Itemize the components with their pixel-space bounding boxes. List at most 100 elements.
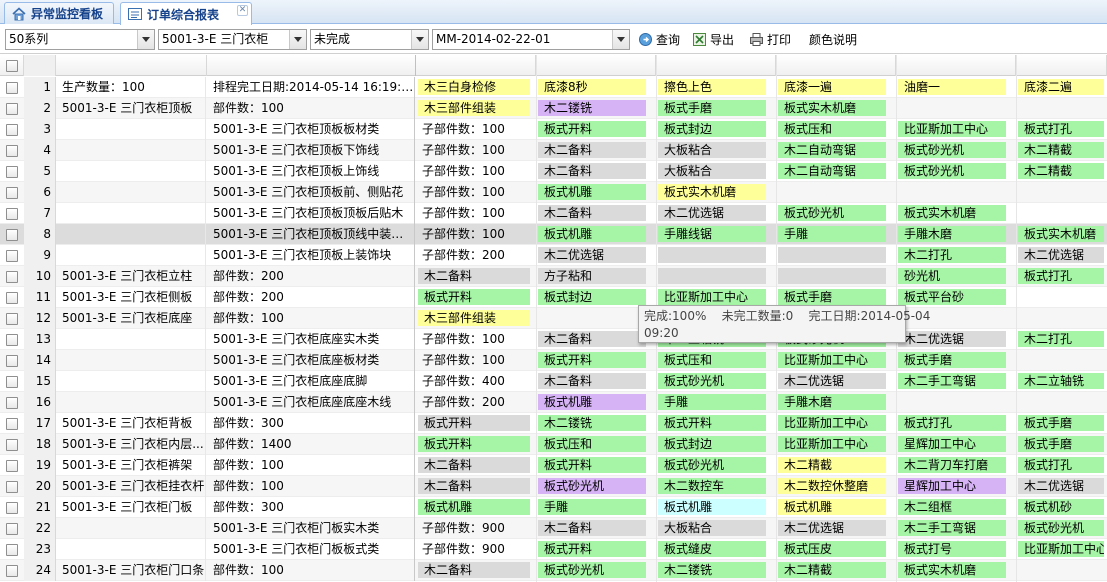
row-checkbox[interactable] xyxy=(6,229,18,241)
table-row[interactable]: 15 5001-3-E 三门衣柜底座底脚 子部件数：400 木二备料 板式砂光机 木二优选… xyxy=(0,371,1107,392)
process-step-cell[interactable]: 木二备料 xyxy=(538,163,646,179)
process-step-cell[interactable]: 手雕 xyxy=(778,226,886,242)
process-step-cell[interactable]: 板式砂光机 xyxy=(1018,520,1104,536)
row-checkbox[interactable] xyxy=(6,502,18,514)
row-checkbox[interactable] xyxy=(6,124,18,136)
row-checkbox[interactable] xyxy=(6,418,18,430)
process-step-cell[interactable]: 大板粘合 xyxy=(658,520,766,536)
process-step-cell[interactable]: 板式手磨 xyxy=(898,352,1006,368)
process-step-cell[interactable]: 木三白身检修 xyxy=(418,79,530,95)
table-row[interactable]: 21 5001-3-E 三门衣柜门板 部件数：300 板式机雕 手雕 板式机雕 板式机雕 木二… xyxy=(0,497,1107,518)
process-step-cell[interactable]: 板式打号 xyxy=(898,541,1006,557)
process-step-cell[interactable]: 比亚斯加工中心 xyxy=(778,415,886,431)
tab-order-report[interactable]: 订单综合报表 ✕ xyxy=(120,2,252,25)
row-checkbox[interactable] xyxy=(6,376,18,388)
process-step-cell[interactable]: 板式机雕 xyxy=(418,499,530,515)
process-step-cell[interactable]: 板式打孔 xyxy=(1018,268,1104,284)
table-row[interactable]: 9 5001-3-E 三门衣柜顶板上装饰块 子部件数：200 木二优选锯 木二打孔 木二优… xyxy=(0,245,1107,266)
process-step-cell[interactable]: 木二镂铣 xyxy=(658,562,766,578)
process-step-cell[interactable]: 板式开料 xyxy=(418,415,530,431)
process-step-cell[interactable]: 木二镂铣 xyxy=(538,100,646,116)
process-step-cell[interactable]: 木二精截 xyxy=(1018,163,1104,179)
process-step-cell[interactable]: 木二镂铣 xyxy=(538,415,646,431)
process-step-cell[interactable]: 木三部件组装 xyxy=(418,310,530,326)
process-step-cell[interactable]: 板式开料 xyxy=(658,415,766,431)
process-step-cell[interactable]: 比亚斯加工中心 xyxy=(1018,541,1104,557)
process-step-cell[interactable] xyxy=(658,268,766,284)
table-row[interactable]: 6 5001-3-E 三门衣柜顶板前、侧贴花 子部件数：100 板式机雕 板式实木机磨 xyxy=(0,182,1107,203)
row-checkbox[interactable] xyxy=(6,292,18,304)
process-step-cell[interactable]: 板式砂光机 xyxy=(658,457,766,473)
process-step-cell[interactable]: 木二优选锯 xyxy=(1018,478,1104,494)
process-step-cell[interactable]: 方子粘和 xyxy=(538,268,646,284)
process-step-cell[interactable]: 木二优选锯 xyxy=(658,205,766,221)
process-step-cell[interactable]: 板式机雕 xyxy=(658,499,766,515)
row-checkbox[interactable] xyxy=(6,481,18,493)
process-step-cell[interactable]: 板式缝皮 xyxy=(658,541,766,557)
process-step-cell[interactable]: 板式开料 xyxy=(538,541,646,557)
chevron-down-icon[interactable] xyxy=(612,30,629,49)
process-step-cell[interactable]: 木二手工弯锯 xyxy=(898,373,1006,389)
tab-exception-dashboard[interactable]: 异常监控看板 xyxy=(4,2,114,24)
table-row[interactable]: 18 5001-3-E 三门衣柜内层... 部件数：1400 板式开料 板式压和 板式封边… xyxy=(0,434,1107,455)
row-checkbox[interactable] xyxy=(6,103,18,115)
print-button[interactable]: 打印 xyxy=(749,30,791,49)
row-checkbox[interactable] xyxy=(6,271,18,283)
process-step-cell[interactable]: 木二备料 xyxy=(418,562,530,578)
process-step-cell[interactable]: 木二备料 xyxy=(538,205,646,221)
process-step-cell[interactable]: 木二立轴铣 xyxy=(1018,373,1104,389)
process-step-cell[interactable]: 木二优选锯 xyxy=(538,247,646,263)
chevron-down-icon[interactable] xyxy=(411,30,428,49)
process-step-cell[interactable]: 木三部件组装 xyxy=(418,100,530,116)
process-step-cell[interactable]: 手雕 xyxy=(538,499,646,515)
process-step-cell[interactable]: 板式封边 xyxy=(658,436,766,452)
table-row[interactable]: 11 5001-3-E 三门衣柜侧板 部件数：200 板式开料 板式封边 比亚斯加工中心板… xyxy=(0,287,1107,308)
row-checkbox[interactable] xyxy=(6,250,18,262)
process-step-cell[interactable]: 板式砂光机 xyxy=(658,373,766,389)
process-step-cell[interactable]: 木二优选锯 xyxy=(778,373,886,389)
status-select[interactable]: 未完成 xyxy=(310,29,429,50)
process-step-cell[interactable] xyxy=(658,247,766,263)
row-checkbox[interactable] xyxy=(6,313,18,325)
process-step-cell[interactable]: 木二备料 xyxy=(538,331,646,347)
process-step-cell[interactable]: 大板粘合 xyxy=(658,142,766,158)
table-row[interactable]: 8 5001-3-E 三门衣柜顶板顶线中装饰... 子部件数：100 板式机雕 手雕线锯… xyxy=(0,224,1107,245)
process-step-cell[interactable]: 板式砂光机 xyxy=(538,478,646,494)
process-step-cell[interactable]: 板式机雕 xyxy=(538,394,646,410)
process-step-cell[interactable]: 板式砂光机 xyxy=(778,205,886,221)
process-step-cell[interactable]: 板式砂光机 xyxy=(538,562,646,578)
process-step-cell[interactable]: 板式开料 xyxy=(538,121,646,137)
row-checkbox[interactable] xyxy=(6,523,18,535)
table-row[interactable]: 4 5001-3-E 三门衣柜顶板下饰线 子部件数：100 木二备料 大板粘合 木二自动弯… xyxy=(0,140,1107,161)
process-step-cell[interactable]: 木二手工弯锯 xyxy=(898,520,1006,536)
query-button[interactable]: 查询 xyxy=(638,30,680,49)
process-step-cell[interactable]: 手雕线锯 xyxy=(658,226,766,242)
process-step-cell[interactable]: 木二备料 xyxy=(538,142,646,158)
process-step-cell[interactable] xyxy=(778,247,886,263)
row-checkbox[interactable] xyxy=(6,334,18,346)
process-step-cell[interactable]: 板式机雕 xyxy=(778,499,886,515)
process-step-cell[interactable]: 板式手磨 xyxy=(778,289,886,305)
process-step-cell[interactable]: 星辉加工中心 xyxy=(898,478,1006,494)
process-step-cell[interactable]: 木二精截 xyxy=(1018,142,1104,158)
process-step-cell[interactable]: 板式砂光机 xyxy=(898,163,1006,179)
row-checkbox[interactable] xyxy=(6,166,18,178)
table-row[interactable]: 14 5001-3-E 三门衣柜底座板材类 子部件数：100 板式开料 板式压和 比亚斯加… xyxy=(0,350,1107,371)
process-step-cell[interactable]: 板式打孔 xyxy=(1018,457,1104,473)
row-checkbox[interactable] xyxy=(6,208,18,220)
process-step-cell[interactable]: 木二优选锯 xyxy=(898,331,1006,347)
process-step-cell[interactable]: 板式平台砂 xyxy=(898,289,1006,305)
table-row[interactable]: 7 5001-3-E 三门衣柜顶板顶板后贴木 子部件数：100 木二备料 木二优选锯 板式… xyxy=(0,203,1107,224)
process-step-cell[interactable]: 木二打孔 xyxy=(898,247,1006,263)
process-step-cell[interactable]: 比亚斯加工中心 xyxy=(898,121,1006,137)
process-step-cell[interactable]: 板式实木机磨 xyxy=(1018,226,1104,242)
table-row[interactable]: 23 5001-3-E 三门衣柜门板板式类 子部件数：900 板式开料 板式缝皮 板式压皮… xyxy=(0,539,1107,560)
process-step-cell[interactable]: 砂光机 xyxy=(898,268,1006,284)
table-row[interactable]: 1 生产数量：100 排程完工日期:2014-05-14 16:19:13 木三白身检… xyxy=(0,77,1107,98)
row-checkbox[interactable] xyxy=(6,82,18,94)
table-row[interactable]: 3 5001-3-E 三门衣柜顶板板材类 子部件数：100 板式开料 板式封边 板式压和比… xyxy=(0,119,1107,140)
process-step-cell[interactable]: 比亚斯加工中心 xyxy=(778,436,886,452)
color-legend-button[interactable]: 颜色说明 xyxy=(809,30,857,49)
process-step-cell[interactable]: 木二自动弯锯 xyxy=(778,163,886,179)
row-checkbox[interactable] xyxy=(6,544,18,556)
